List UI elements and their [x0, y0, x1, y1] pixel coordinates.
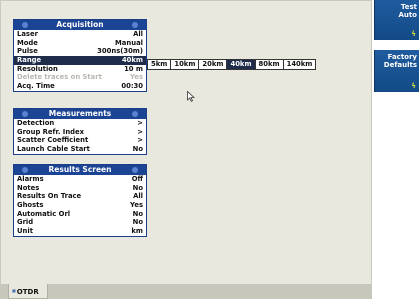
- range-value: 40km: [121, 56, 143, 65]
- alarms-row[interactable]: Alarms Off: [14, 175, 146, 184]
- range-option-40km[interactable]: 40km: [227, 60, 256, 69]
- tab-marker-icon: ■: [12, 288, 16, 293]
- range-option-140km[interactable]: 140km: [284, 60, 316, 69]
- unit-value: km: [131, 227, 143, 236]
- alarms-value: Off: [131, 175, 143, 183]
- detection-label: Detection: [17, 119, 55, 127]
- measurements-title: Measurements: [14, 109, 146, 119]
- delete-traces-row: Delete traces on Start Yes: [14, 73, 146, 82]
- grid-row[interactable]: Grid No: [14, 218, 146, 227]
- group-refr-index-value: >: [137, 127, 143, 136]
- results-on-trace-value: All: [133, 192, 143, 201]
- mode-label: Mode: [17, 38, 38, 47]
- laser-row[interactable]: Laser All: [14, 30, 146, 39]
- pulse-value: 300ns(30m): [97, 47, 143, 56]
- resolution-row[interactable]: Resolution 10 m: [14, 65, 146, 74]
- measurements-panel: Measurements Detection > Group Refr. Inde…: [13, 108, 147, 155]
- scatter-coefficient-row[interactable]: Scatter Coefficient >: [14, 136, 146, 145]
- factory-defaults-button[interactable]: Factory Defaults ϟ: [374, 50, 419, 92]
- results-on-trace-row[interactable]: Results On Trace All: [14, 192, 146, 201]
- mode-row[interactable]: Mode Manual: [14, 39, 146, 48]
- acq-time-label: Acq. Time: [17, 82, 55, 91]
- lightning-icon: ϟ: [411, 82, 416, 90]
- detection-row[interactable]: Detection >: [14, 119, 146, 128]
- unit-label: Unit: [17, 227, 33, 236]
- unit-row[interactable]: Unit km: [14, 227, 146, 236]
- resolution-label: Resolution: [17, 64, 58, 73]
- acq-time-row[interactable]: Acq. Time 00:30: [14, 82, 146, 91]
- tab-otdr-label: ■OTDR: [12, 288, 39, 296]
- range-label: Range: [17, 56, 42, 65]
- alarms-label: Alarms: [17, 175, 44, 183]
- group-refr-index-row[interactable]: Group Refr. Index >: [14, 128, 146, 137]
- ghosts-row[interactable]: Ghosts Yes: [14, 201, 146, 210]
- bottom-tab-strip: [0, 284, 372, 299]
- results-on-trace-label: Results On Trace: [17, 192, 82, 201]
- factory-defaults-label: Factory Defaults: [383, 53, 417, 69]
- detection-value: >: [137, 119, 143, 127]
- launch-cable-start-label: Launch Cable Start: [17, 145, 90, 154]
- delete-traces-label: Delete traces on Start: [17, 73, 102, 82]
- automatic-orl-row[interactable]: Automatic Orl No: [14, 210, 146, 219]
- launch-cable-start-row[interactable]: Launch Cable Start No: [14, 145, 146, 154]
- acq-time-value: 00:30: [121, 82, 143, 91]
- resolution-value: 10 m: [124, 64, 143, 73]
- range-option-20km[interactable]: 20km: [199, 60, 228, 69]
- tab-otdr-text: OTDR: [16, 288, 39, 296]
- range-option-5km[interactable]: 5km: [148, 60, 172, 69]
- ghosts-label: Ghosts: [17, 201, 44, 210]
- acquisition-panel: Acquisition Laser All Mode Manual Pulse 300…: [13, 19, 147, 92]
- automatic-orl-label: Automatic Orl: [17, 209, 71, 218]
- mode-value: Manual: [115, 38, 143, 47]
- laser-value: All: [133, 30, 143, 38]
- notes-value: No: [132, 183, 143, 192]
- launch-cable-start-value: No: [132, 145, 143, 154]
- delete-traces-value: Yes: [130, 73, 143, 82]
- group-refr-index-label: Group Refr. Index: [17, 127, 85, 136]
- lightning-icon: ϟ: [411, 30, 416, 38]
- grid-label: Grid: [17, 218, 34, 227]
- automatic-orl-value: No: [132, 209, 143, 218]
- results-screen-panel: Results Screen Alarms Off Notes No Results…: [13, 164, 147, 237]
- range-option-10km[interactable]: 10km: [171, 60, 200, 69]
- test-auto-button[interactable]: Test Auto ϟ: [374, 0, 419, 40]
- laser-label: Laser: [17, 30, 38, 38]
- range-option-80km[interactable]: 80km: [256, 60, 284, 69]
- ghosts-value: Yes: [130, 201, 143, 210]
- pulse-label: Pulse: [17, 47, 38, 56]
- mouse-cursor-icon: [187, 91, 195, 102]
- scatter-coefficient-label: Scatter Coefficient: [17, 136, 89, 145]
- test-auto-label: Test Auto: [398, 3, 417, 19]
- acquisition-title: Acquisition: [14, 20, 146, 30]
- pulse-row[interactable]: Pulse 300ns(30m): [14, 47, 146, 56]
- notes-label: Notes: [17, 183, 40, 192]
- range-row[interactable]: Range 40km: [14, 56, 146, 65]
- notes-row[interactable]: Notes No: [14, 184, 146, 193]
- grid-value: No: [132, 218, 143, 227]
- range-selector: 5km 10km 20km 40km 80km 140km: [147, 59, 317, 70]
- tab-otdr[interactable]: ■OTDR: [8, 284, 48, 299]
- results-screen-title: Results Screen: [14, 165, 146, 175]
- scatter-coefficient-value: >: [137, 136, 143, 145]
